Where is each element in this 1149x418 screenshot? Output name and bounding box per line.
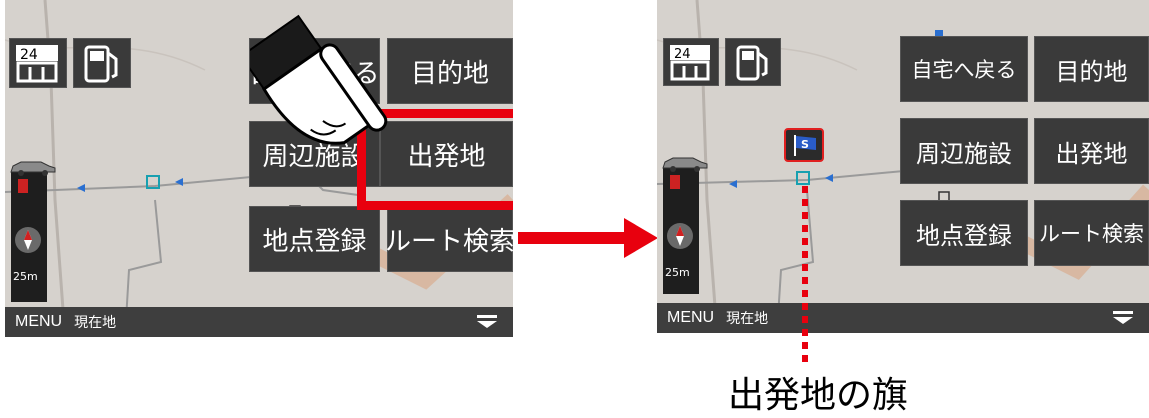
home-button[interactable]: 自宅へ戻る: [900, 36, 1028, 102]
chevron-down-icon[interactable]: [1113, 311, 1133, 325]
route-search-button[interactable]: ルート検索: [385, 206, 513, 272]
current-position-marker: [670, 175, 680, 189]
bottom-bar: MENU 現在地: [5, 307, 513, 337]
store-icon-label: 24: [20, 47, 38, 63]
compass-icon[interactable]: [667, 223, 693, 249]
convenience-store-icon: 24: [670, 45, 710, 81]
cursor-marker: [796, 171, 810, 185]
start-flag-icon: S: [784, 128, 824, 162]
chevron-down-icon[interactable]: [477, 315, 497, 329]
gas-station-button[interactable]: [725, 38, 781, 86]
flag-label: S: [801, 138, 809, 151]
pointing-hand-icon: [250, 14, 388, 145]
bottom-bar: MENU 現在地: [657, 303, 1149, 333]
scale-label: 25m: [665, 266, 690, 279]
convenience-store-button[interactable]: 24: [9, 38, 67, 88]
store-icon-label: 24: [674, 47, 691, 62]
gas-station-button[interactable]: [73, 38, 131, 88]
compass-icon[interactable]: [15, 227, 41, 253]
current-location-label: 現在地: [74, 315, 117, 331]
transition-arrow: [518, 218, 658, 258]
car-icon: [10, 161, 56, 176]
gas-station-icon: [736, 45, 768, 81]
current-position-marker: [18, 179, 28, 193]
register-point-button[interactable]: 地点登録: [900, 200, 1028, 266]
route-search-button[interactable]: ルート検索: [1034, 200, 1149, 266]
destination-button[interactable]: 目的地: [1034, 36, 1149, 102]
current-location-label: 現在地: [726, 311, 769, 327]
right-navigation-screen: 24 自宅へ戻る 目的地 周辺施設 出発地 地点登録 ルート検索 S 25m M…: [657, 0, 1149, 333]
departure-button[interactable]: 出発地: [1034, 118, 1149, 184]
convenience-store-button[interactable]: 24: [663, 38, 719, 86]
scale-label: 25m: [13, 270, 38, 283]
gas-station-icon: [84, 45, 118, 83]
car-icon: [662, 157, 708, 172]
convenience-store-icon: 24: [16, 45, 58, 83]
menu-button[interactable]: MENU: [667, 309, 714, 327]
nearby-facilities-button[interactable]: 周辺施設: [900, 118, 1028, 184]
destination-button[interactable]: 目的地: [387, 38, 513, 104]
register-point-button[interactable]: 地点登録: [249, 206, 380, 272]
callout-dotted-line: [802, 186, 808, 364]
departure-flag-caption: 出発地の旗: [728, 375, 909, 416]
menu-button[interactable]: MENU: [15, 313, 62, 331]
